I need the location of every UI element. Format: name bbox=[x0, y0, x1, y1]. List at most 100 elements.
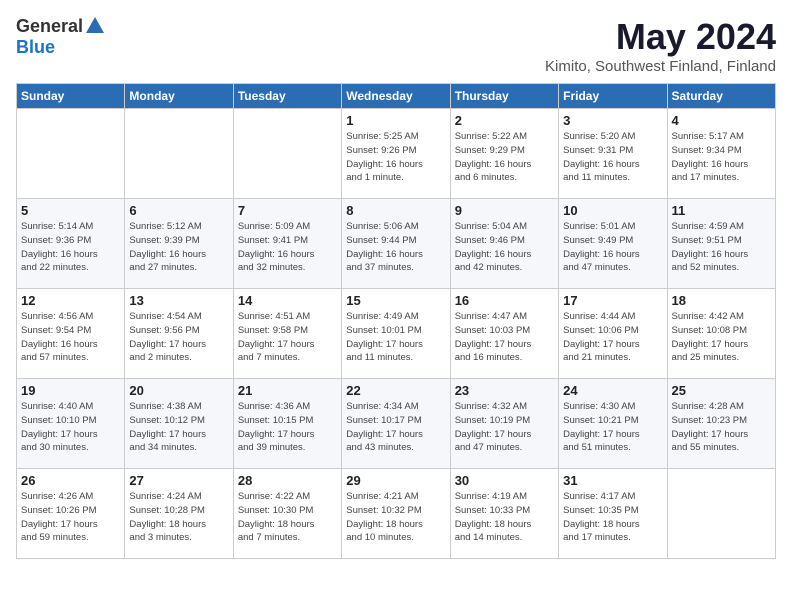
day-number: 2 bbox=[455, 113, 554, 128]
calendar-week-row: 5 Sunrise: 5:14 AM Sunset: 9:36 PM Daylig… bbox=[17, 199, 776, 289]
day-number: 24 bbox=[563, 383, 662, 398]
calendar-cell: 14 Sunrise: 4:51 AM Sunset: 9:58 PM Dayli… bbox=[233, 289, 341, 379]
day-info: Sunrise: 4:38 AM Sunset: 10:12 PM Daylig… bbox=[129, 400, 228, 455]
day-number: 5 bbox=[21, 203, 120, 218]
weekday-header-saturday: Saturday bbox=[667, 84, 775, 109]
weekday-header-thursday: Thursday bbox=[450, 84, 558, 109]
calendar-cell: 23 Sunrise: 4:32 AM Sunset: 10:19 PM Dayl… bbox=[450, 379, 558, 469]
calendar-cell: 31 Sunrise: 4:17 AM Sunset: 10:35 PM Dayl… bbox=[559, 469, 667, 559]
calendar-cell: 4Sunrise: 5:17 AM Sunset: 9:34 PM Daylig… bbox=[667, 109, 775, 199]
day-info: Sunrise: 4:34 AM Sunset: 10:17 PM Daylig… bbox=[346, 400, 445, 455]
day-number: 14 bbox=[238, 293, 337, 308]
day-number: 12 bbox=[21, 293, 120, 308]
day-info: Sunrise: 4:44 AM Sunset: 10:06 PM Daylig… bbox=[563, 310, 662, 365]
day-number: 25 bbox=[672, 383, 771, 398]
logo-general: General bbox=[16, 16, 83, 37]
weekday-header-friday: Friday bbox=[559, 84, 667, 109]
day-number: 29 bbox=[346, 473, 445, 488]
calendar-cell: 8 Sunrise: 5:06 AM Sunset: 9:44 PM Daylig… bbox=[342, 199, 450, 289]
calendar-cell: 28Sunrise: 4:22 AM Sunset: 10:30 PM Dayl… bbox=[233, 469, 341, 559]
day-number: 22 bbox=[346, 383, 445, 398]
day-info: Sunrise: 4:21 AM Sunset: 10:32 PM Daylig… bbox=[346, 490, 445, 545]
calendar-cell: 25 Sunrise: 4:28 AM Sunset: 10:23 PM Dayl… bbox=[667, 379, 775, 469]
day-number: 18 bbox=[672, 293, 771, 308]
day-number: 21 bbox=[238, 383, 337, 398]
calendar-cell bbox=[667, 469, 775, 559]
calendar-cell: 30Sunrise: 4:19 AM Sunset: 10:33 PM Dayl… bbox=[450, 469, 558, 559]
calendar-cell: 11 Sunrise: 4:59 AM Sunset: 9:51 PM Dayli… bbox=[667, 199, 775, 289]
day-number: 23 bbox=[455, 383, 554, 398]
calendar-table: SundayMondayTuesdayWednesdayThursdayFrid… bbox=[16, 83, 776, 559]
calendar-cell: 17Sunrise: 4:44 AM Sunset: 10:06 PM Dayl… bbox=[559, 289, 667, 379]
calendar-cell: 12Sunrise: 4:56 AM Sunset: 9:54 PM Dayli… bbox=[17, 289, 125, 379]
calendar-cell: 6 Sunrise: 5:12 AM Sunset: 9:39 PM Daylig… bbox=[125, 199, 233, 289]
day-info: Sunrise: 4:17 AM Sunset: 10:35 PM Daylig… bbox=[563, 490, 662, 545]
month-title: May 2024 bbox=[545, 16, 776, 58]
day-info: Sunrise: 5:09 AM Sunset: 9:41 PM Dayligh… bbox=[238, 220, 337, 275]
day-number: 26 bbox=[21, 473, 120, 488]
day-number: 6 bbox=[129, 203, 228, 218]
day-number: 3 bbox=[563, 113, 662, 128]
logo: General Blue bbox=[16, 16, 104, 58]
calendar-cell: 26 Sunrise: 4:26 AM Sunset: 10:26 PM Dayl… bbox=[17, 469, 125, 559]
day-info: Sunrise: 4:28 AM Sunset: 10:23 PM Daylig… bbox=[672, 400, 771, 455]
day-number: 27 bbox=[129, 473, 228, 488]
calendar-cell: 3Sunrise: 5:20 AM Sunset: 9:31 PM Daylig… bbox=[559, 109, 667, 199]
logo-blue: Blue bbox=[16, 37, 55, 57]
location-subtitle: Kimito, Southwest Finland, Finland bbox=[545, 58, 776, 75]
day-number: 11 bbox=[672, 203, 771, 218]
calendar-cell: 20 Sunrise: 4:38 AM Sunset: 10:12 PM Dayl… bbox=[125, 379, 233, 469]
day-number: 1 bbox=[346, 113, 445, 128]
day-info: Sunrise: 5:06 AM Sunset: 9:44 PM Dayligh… bbox=[346, 220, 445, 275]
day-number: 7 bbox=[238, 203, 337, 218]
day-number: 13 bbox=[129, 293, 228, 308]
day-number: 9 bbox=[455, 203, 554, 218]
day-info: Sunrise: 5:22 AM Sunset: 9:29 PM Dayligh… bbox=[455, 130, 554, 185]
day-number: 20 bbox=[129, 383, 228, 398]
calendar-cell: 2 Sunrise: 5:22 AM Sunset: 9:29 PM Daylig… bbox=[450, 109, 558, 199]
day-info: Sunrise: 4:32 AM Sunset: 10:19 PM Daylig… bbox=[455, 400, 554, 455]
calendar-cell: 9Sunrise: 5:04 AM Sunset: 9:46 PM Daylig… bbox=[450, 199, 558, 289]
day-info: Sunrise: 4:30 AM Sunset: 10:21 PM Daylig… bbox=[563, 400, 662, 455]
calendar-cell: 1Sunrise: 5:25 AM Sunset: 9:26 PM Daylig… bbox=[342, 109, 450, 199]
day-info: Sunrise: 4:19 AM Sunset: 10:33 PM Daylig… bbox=[455, 490, 554, 545]
calendar-week-row: 12Sunrise: 4:56 AM Sunset: 9:54 PM Dayli… bbox=[17, 289, 776, 379]
calendar-cell: 5 Sunrise: 5:14 AM Sunset: 9:36 PM Daylig… bbox=[17, 199, 125, 289]
day-info: Sunrise: 4:24 AM Sunset: 10:28 PM Daylig… bbox=[129, 490, 228, 545]
calendar-cell: 16Sunrise: 4:47 AM Sunset: 10:03 PM Dayl… bbox=[450, 289, 558, 379]
calendar-cell: 18 Sunrise: 4:42 AM Sunset: 10:08 PM Dayl… bbox=[667, 289, 775, 379]
day-info: Sunrise: 4:49 AM Sunset: 10:01 PM Daylig… bbox=[346, 310, 445, 365]
day-number: 19 bbox=[21, 383, 120, 398]
calendar-cell: 21 Sunrise: 4:36 AM Sunset: 10:15 PM Dayl… bbox=[233, 379, 341, 469]
day-info: Sunrise: 4:54 AM Sunset: 9:56 PM Dayligh… bbox=[129, 310, 228, 365]
weekday-header-row: SundayMondayTuesdayWednesdayThursdayFrid… bbox=[17, 84, 776, 109]
calendar-week-row: 19 Sunrise: 4:40 AM Sunset: 10:10 PM Dayl… bbox=[17, 379, 776, 469]
day-info: Sunrise: 5:12 AM Sunset: 9:39 PM Dayligh… bbox=[129, 220, 228, 275]
day-info: Sunrise: 4:42 AM Sunset: 10:08 PM Daylig… bbox=[672, 310, 771, 365]
calendar-week-row: 1Sunrise: 5:25 AM Sunset: 9:26 PM Daylig… bbox=[17, 109, 776, 199]
day-info: Sunrise: 4:40 AM Sunset: 10:10 PM Daylig… bbox=[21, 400, 120, 455]
day-info: Sunrise: 5:17 AM Sunset: 9:34 PM Dayligh… bbox=[672, 130, 771, 185]
day-number: 31 bbox=[563, 473, 662, 488]
page-header: General Blue May 2024 Kimito, Southwest … bbox=[16, 16, 776, 75]
day-info: Sunrise: 4:22 AM Sunset: 10:30 PM Daylig… bbox=[238, 490, 337, 545]
day-info: Sunrise: 4:51 AM Sunset: 9:58 PM Dayligh… bbox=[238, 310, 337, 365]
calendar-cell bbox=[125, 109, 233, 199]
weekday-header-tuesday: Tuesday bbox=[233, 84, 341, 109]
day-info: Sunrise: 4:59 AM Sunset: 9:51 PM Dayligh… bbox=[672, 220, 771, 275]
day-number: 8 bbox=[346, 203, 445, 218]
calendar-cell: 29 Sunrise: 4:21 AM Sunset: 10:32 PM Dayl… bbox=[342, 469, 450, 559]
day-info: Sunrise: 4:36 AM Sunset: 10:15 PM Daylig… bbox=[238, 400, 337, 455]
calendar-cell bbox=[233, 109, 341, 199]
calendar-cell: 10Sunrise: 5:01 AM Sunset: 9:49 PM Dayli… bbox=[559, 199, 667, 289]
day-info: Sunrise: 4:26 AM Sunset: 10:26 PM Daylig… bbox=[21, 490, 120, 545]
calendar-cell: 13 Sunrise: 4:54 AM Sunset: 9:56 PM Dayli… bbox=[125, 289, 233, 379]
weekday-header-sunday: Sunday bbox=[17, 84, 125, 109]
day-number: 15 bbox=[346, 293, 445, 308]
calendar-cell bbox=[17, 109, 125, 199]
calendar-week-row: 26 Sunrise: 4:26 AM Sunset: 10:26 PM Dayl… bbox=[17, 469, 776, 559]
day-info: Sunrise: 5:14 AM Sunset: 9:36 PM Dayligh… bbox=[21, 220, 120, 275]
weekday-header-wednesday: Wednesday bbox=[342, 84, 450, 109]
day-info: Sunrise: 4:47 AM Sunset: 10:03 PM Daylig… bbox=[455, 310, 554, 365]
calendar-cell: 19 Sunrise: 4:40 AM Sunset: 10:10 PM Dayl… bbox=[17, 379, 125, 469]
